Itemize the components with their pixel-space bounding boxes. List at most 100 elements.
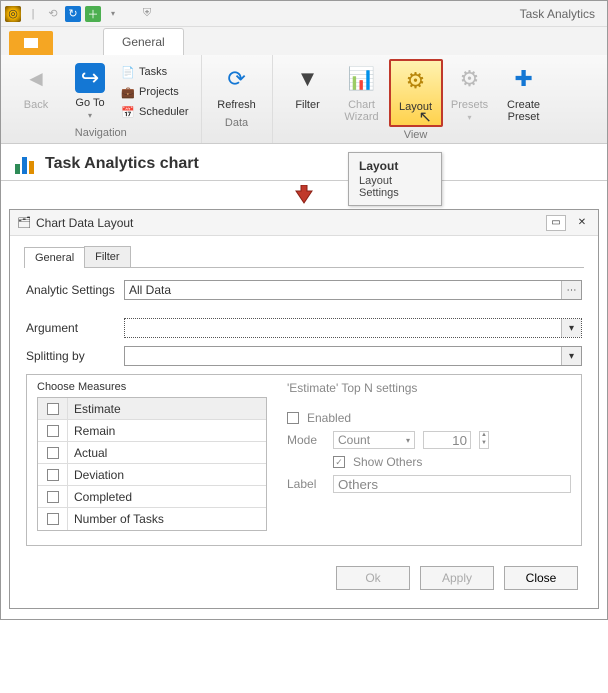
refresh-button[interactable]: ⟳ Refresh [210, 59, 264, 115]
table-row: Actual [38, 442, 266, 464]
tooltip-title: Layout [359, 159, 431, 173]
number-spinner[interactable]: ▲▼ [479, 431, 489, 449]
analytic-settings-label: Analytic Settings [26, 283, 124, 297]
measures-header: Estimate [38, 398, 266, 420]
enabled-checkbox[interactable] [287, 412, 299, 424]
window-title: Task Analytics [155, 7, 607, 21]
chart-icon [15, 154, 35, 174]
show-others-label: Show Others [353, 455, 422, 469]
chart-wizard-icon: 📊 [346, 63, 378, 95]
analytic-settings-field[interactable]: All Data ⋯ [124, 280, 582, 300]
layout-tooltip: Layout Layout Settings [348, 152, 442, 206]
presets-icon: ⚙ [454, 63, 486, 95]
ellipsis-button[interactable]: ⋯ [561, 281, 581, 299]
presets-button[interactable]: ⚙ Presets▾ [443, 59, 497, 127]
create-preset-icon: ✚ [508, 63, 540, 95]
back-button[interactable]: ◄ Back [9, 59, 63, 125]
dialog-header: 🗂 Chart Data Layout ▭ ✕ [10, 210, 598, 236]
title-bar: ◎ | ⟲ ↻ ＋ ▾ ⛨ Task Analytics [1, 1, 607, 27]
splitting-dropdown-icon[interactable]: ▾ [561, 347, 581, 365]
ribbon-tab-strip: General [1, 27, 607, 55]
ribbon-group-data: ⟳ Refresh Data [202, 55, 273, 143]
measure-checkbox[interactable] [47, 513, 59, 525]
tooltip-body: Layout Settings [359, 175, 431, 199]
chart-wizard-button[interactable]: 📊 Chart Wizard [335, 59, 389, 127]
app-tab[interactable] [9, 31, 53, 55]
dropdown-icon[interactable]: ▾ [105, 6, 121, 22]
dialog-title: Chart Data Layout [36, 216, 540, 230]
page-title-bar: Task Analytics chart [1, 144, 607, 181]
topn-number-input[interactable] [423, 431, 471, 449]
show-others-checkbox[interactable]: ✓ [333, 456, 345, 468]
splitting-field[interactable]: ▾ [124, 346, 582, 366]
chart-data-layout-dialog: 🗂 Chart Data Layout ▭ ✕ General Filter A… [9, 209, 599, 609]
create-preset-button[interactable]: ✚ Create Preset [497, 59, 551, 127]
top-n-settings: 'Estimate' Top N settings Enabled Mode C… [287, 381, 571, 531]
sync-icon[interactable]: ↻ [65, 6, 81, 22]
mode-label: Mode [287, 433, 325, 447]
group-label-view: View [404, 129, 428, 141]
nav-scheduler[interactable]: 📅Scheduler [121, 103, 189, 121]
dialog-icon: 🗂 [16, 215, 32, 231]
ribbon-group-view: ▼ Filter 📊 Chart Wizard ⚙ Layout ↖ ⚙ Pre… [273, 55, 559, 143]
separator-icon: | [25, 6, 41, 22]
refresh-icon: ⟳ [221, 63, 253, 95]
filter-button[interactable]: ▼ Filter [281, 59, 335, 127]
scheduler-icon: 📅 [121, 105, 135, 119]
table-row: Deviation [38, 464, 266, 486]
tab-filter[interactable]: Filter [84, 246, 130, 267]
measures-table: Estimate Remain Actual [37, 397, 267, 531]
dialog-restore-button[interactable]: ▭ [546, 215, 566, 231]
measure-label[interactable]: Deviation [68, 468, 124, 482]
goto-button[interactable]: ↪ Go To▾ [63, 59, 117, 125]
mode-select[interactable]: Count▾ [333, 431, 415, 449]
group-label-navigation: Navigation [75, 127, 127, 139]
argument-label: Argument [26, 321, 124, 335]
ribbon-tab-general[interactable]: General [103, 28, 184, 55]
close-button[interactable]: Close [504, 566, 578, 590]
back-icon: ◄ [20, 63, 52, 95]
ribbon: ◄ Back ↪ Go To▾ 📄Tasks 💼Projects 📅Schedu… [1, 55, 607, 144]
dialog-buttons: Ok Apply Close [24, 552, 584, 594]
group-label-data: Data [225, 117, 248, 129]
measure-checkbox-all[interactable] [47, 403, 59, 415]
measure-label[interactable]: Number of Tasks [68, 512, 164, 526]
label-input[interactable] [333, 475, 571, 493]
ok-button[interactable]: Ok [336, 566, 410, 590]
shield-icon: ⛨ [139, 6, 155, 22]
nav-projects[interactable]: 💼Projects [121, 83, 189, 101]
measure-checkbox[interactable] [47, 469, 59, 481]
nav-tasks[interactable]: 📄Tasks [121, 63, 189, 81]
projects-icon: 💼 [121, 85, 135, 99]
measure-label[interactable]: Completed [68, 490, 132, 504]
pointer-arrow [1, 181, 607, 209]
measure-label[interactable]: Estimate [68, 402, 121, 416]
table-row: Completed [38, 486, 266, 508]
tab-general[interactable]: General [24, 247, 85, 268]
argument-dropdown-icon[interactable]: ▾ [561, 319, 581, 337]
layout-icon: ⚙ [400, 65, 432, 97]
measure-label[interactable]: Actual [68, 446, 107, 460]
app-icon: ◎ [5, 6, 21, 22]
undo-icon[interactable]: ⟲ [45, 6, 61, 22]
tasks-icon: 📄 [121, 65, 135, 79]
measure-checkbox[interactable] [47, 425, 59, 437]
dialog-close-button[interactable]: ✕ [572, 215, 592, 231]
layout-button[interactable]: ⚙ Layout ↖ [389, 59, 443, 127]
top-n-title: 'Estimate' Top N settings [287, 381, 571, 395]
enabled-label: Enabled [307, 411, 351, 425]
apply-button[interactable]: Apply [420, 566, 494, 590]
add-icon[interactable]: ＋ [85, 6, 101, 22]
measure-label[interactable]: Remain [68, 424, 115, 438]
measure-checkbox[interactable] [47, 447, 59, 459]
measure-checkbox[interactable] [47, 491, 59, 503]
goto-icon: ↪ [75, 63, 105, 93]
argument-field[interactable]: ▾ [124, 318, 582, 338]
choose-measures-group: Choose Measures Estimate Remain [26, 374, 582, 546]
table-row: Remain [38, 420, 266, 442]
page-title: Task Analytics chart [45, 155, 199, 173]
dialog-tabs: General Filter [24, 246, 584, 268]
splitting-label: Splitting by [26, 349, 124, 363]
table-row: Number of Tasks [38, 508, 266, 530]
ribbon-group-navigation: ◄ Back ↪ Go To▾ 📄Tasks 💼Projects 📅Schedu… [1, 55, 202, 143]
